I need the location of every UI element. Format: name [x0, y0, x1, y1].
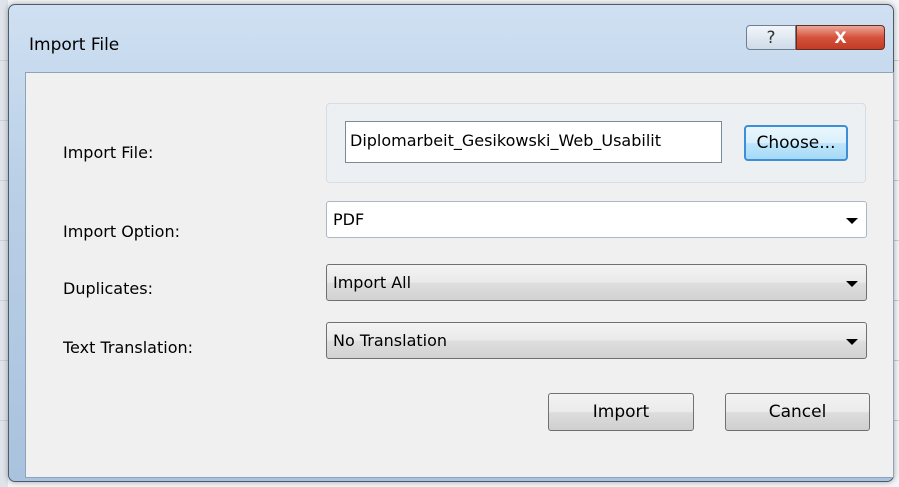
import-file-label: Import File:	[63, 143, 154, 162]
dialog-title: Import File	[29, 35, 120, 55]
help-button[interactable]: ?	[746, 25, 796, 50]
file-picker-group: Diplomarbeit_Gesikowski_Web_Usabilit Cho…	[326, 103, 866, 183]
import-option-select[interactable]: PDF	[326, 201, 867, 238]
background-window-edge	[0, 0, 8, 487]
cancel-button[interactable]: Cancel	[725, 393, 870, 431]
duplicates-value: Import All	[333, 273, 412, 292]
import-option-label: Import Option:	[63, 222, 180, 241]
dropdown-arrow-icon	[846, 281, 858, 287]
text-translation-select[interactable]: No Translation	[326, 322, 867, 359]
dialog-content: Import File: Diplomarbeit_Gesikowski_Web…	[25, 72, 894, 478]
close-icon: X	[834, 28, 847, 47]
import-button[interactable]: Import	[548, 393, 694, 431]
text-translation-label: Text Translation:	[63, 338, 194, 357]
import-file-dialog: Import File ? X Import File: Diplomarbei…	[8, 4, 894, 482]
close-button[interactable]: X	[796, 25, 885, 50]
import-option-value: PDF	[333, 210, 365, 229]
help-icon: ?	[766, 27, 776, 48]
import-file-field[interactable]: Diplomarbeit_Gesikowski_Web_Usabilit	[345, 121, 722, 163]
choose-button[interactable]: Choose...	[744, 125, 848, 161]
dropdown-arrow-icon	[846, 339, 858, 345]
duplicates-select[interactable]: Import All	[326, 264, 867, 301]
text-translation-value: No Translation	[333, 331, 448, 350]
dropdown-arrow-icon	[846, 218, 858, 224]
duplicates-label: Duplicates:	[63, 279, 153, 298]
